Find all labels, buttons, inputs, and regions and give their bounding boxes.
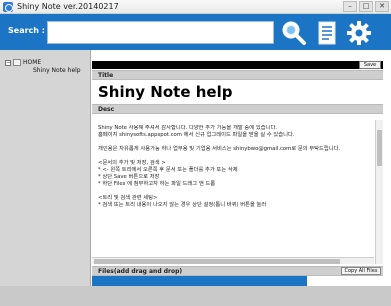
copy-all-files-button[interactable]: Copy All Files — [341, 267, 381, 275]
desc-line: * 검색 또는 트리 내용이 나오지 않는 경우 상단 설정(톱니 바퀴) 버튼… — [98, 202, 267, 208]
save-toolbar: Save — [92, 61, 383, 69]
desc-line: Shiny Note 사용해 주셔서 감사합니다. 다양한 추가 기능을 개발 … — [98, 125, 278, 131]
header-bar: Search : — [0, 14, 391, 50]
desc-line: * <- 왼쪽 트리에서 오른쪽 후 문서 또는 폴더를 추가 또는 삭제 — [98, 167, 238, 173]
note-editor: Save Title Shiny Note help Desc Shiny No… — [92, 50, 383, 286]
app-icon — [3, 2, 13, 12]
save-button[interactable]: Save — [359, 61, 381, 69]
desc-line: <문서의 추가 및 저장, 검색 > — [98, 160, 166, 166]
tree-label-home: HOME — [23, 59, 42, 66]
tree-item-shiny-note-help[interactable]: Shiny Note help — [33, 67, 81, 74]
close-button[interactable]: ✕ — [375, 1, 389, 12]
files-section-label: Files(add drag and drop) — [98, 268, 183, 275]
desc-section-label: Desc — [98, 106, 115, 113]
description-text[interactable]: Shiny Note 사용해 주셔서 감사합니다. 다양한 추가 기능을 개발 … — [98, 125, 362, 267]
desc-line: * 상단 Save 버튼으로 저장 — [98, 174, 160, 180]
desc-line: * 하단 Files 에 첨부하고자 하는 파일 드래그 앤 드롭 — [98, 181, 216, 187]
settings-gear-icon[interactable] — [346, 20, 372, 46]
title-section-label: Title — [98, 72, 114, 79]
files-section-header: Files(add drag and drop) Copy All Files — [92, 266, 383, 276]
search-input[interactable] — [47, 21, 274, 44]
horizontal-scroll-thumb[interactable] — [94, 259, 340, 264]
horizontal-scrollbar[interactable] — [92, 257, 374, 264]
desc-section-header: Desc — [92, 104, 383, 114]
vertical-scroll-thumb[interactable] — [377, 130, 382, 166]
vertical-scrollbar[interactable] — [375, 120, 383, 264]
document-icon[interactable] — [314, 20, 340, 46]
search-label: Search : — [8, 26, 45, 35]
title-section-header: Title — [92, 70, 383, 80]
collapse-toggle-icon[interactable]: − — [5, 59, 11, 66]
files-drop-area[interactable] — [92, 276, 383, 286]
minimize-button[interactable]: – — [343, 1, 357, 12]
files-progress-bar — [92, 276, 308, 286]
window-title: Shiny Note ver.20140217 — [17, 2, 119, 11]
tree-node-home[interactable]: − HOME — [5, 59, 41, 66]
home-icon — [13, 59, 21, 66]
desc-line: 홈페이지 shinysofts.appspot.com 에서 신규 업그레이드 … — [98, 132, 295, 138]
status-strip — [0, 286, 391, 306]
note-title[interactable]: Shiny Note help — [98, 83, 232, 101]
maximize-button[interactable]: □ — [359, 1, 373, 12]
window-titlebar: Shiny Note ver.20140217 – □ ✕ — [0, 0, 391, 14]
search-icon[interactable] — [281, 20, 307, 46]
desc-line: <트리 및 검색 관련 세팅> — [98, 195, 158, 201]
sidebar-tree: − HOME Shiny Note help — [0, 50, 91, 286]
desc-line: 개인용은 자유롭게 사용가능 하나 업무용 및 기업용 서비스는 shinybw… — [98, 146, 341, 152]
